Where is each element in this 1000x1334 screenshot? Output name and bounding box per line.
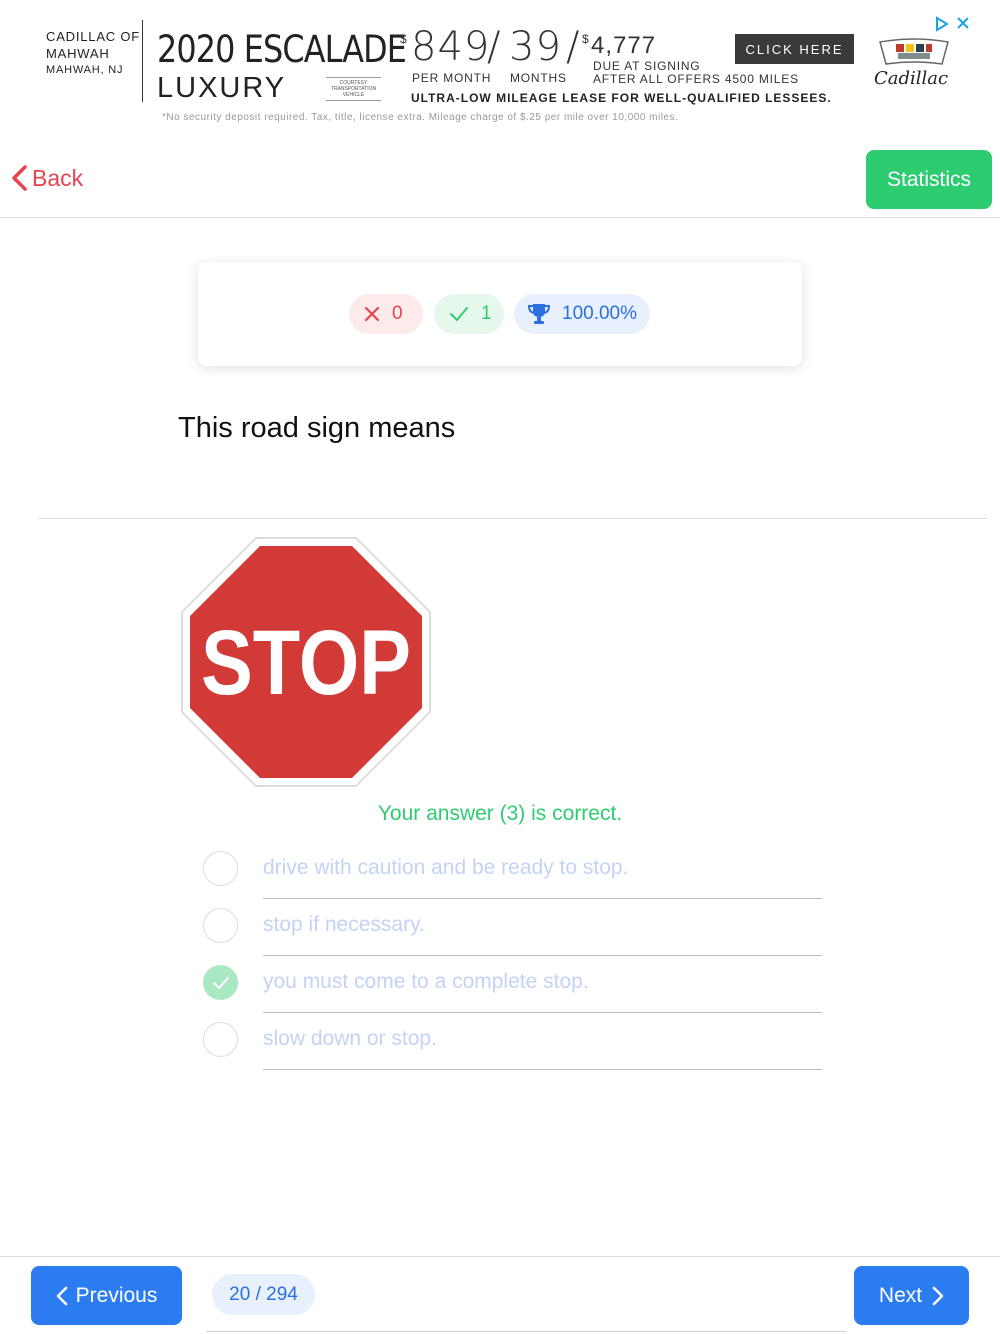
previous-button[interactable]: Previous: [31, 1266, 182, 1325]
chevron-left-icon: [56, 1286, 67, 1305]
score-percent-badge: 100.00%: [514, 294, 650, 334]
ad-currency-symbol: $: [582, 32, 589, 46]
wrong-count: 0: [392, 303, 403, 324]
answer-option-label: you must come to a complete stop.: [263, 970, 589, 993]
ad-due-amount: 4,777: [591, 32, 657, 59]
ad-dealer-line2: MAHWAH: [46, 46, 110, 61]
ad-fine-print: *No security deposit required. Tax, titl…: [162, 112, 679, 123]
ad-divider: [142, 20, 143, 102]
x-icon: [364, 306, 380, 322]
ad-months-label: MONTHS: [510, 71, 567, 85]
ad-choices-icon[interactable]: [934, 16, 950, 32]
check-icon: [449, 306, 469, 322]
ad-currency-symbol: $: [400, 32, 407, 46]
ad-separator: /: [487, 24, 502, 70]
ad-trim: LUXURY: [157, 72, 287, 104]
ad-due-label: DUE AT SIGNING: [593, 59, 701, 73]
answer-option-label: slow down or stop.: [263, 1027, 437, 1050]
stop-sign-text: STOP: [201, 612, 411, 714]
previous-label: Previous: [75, 1283, 158, 1307]
ad-dealer-city: MAHWAH, NJ: [46, 64, 124, 76]
ad-separator: /: [566, 24, 581, 70]
question-text: This road sign means: [178, 412, 456, 444]
chevron-left-icon: [12, 165, 27, 191]
ad-dealer-line1: CADILLAC OF: [46, 29, 141, 44]
question-counter: 20 / 294: [212, 1274, 315, 1315]
answer-option-label: drive with caution and be ready to stop.: [263, 856, 629, 879]
wrong-count-badge: 0: [349, 294, 423, 334]
chevron-right-icon: [932, 1286, 944, 1305]
radio-button[interactable]: [203, 908, 238, 943]
ad-close-icon[interactable]: [955, 15, 971, 31]
trophy-icon: [526, 302, 552, 326]
score-percent: 100.00%: [562, 303, 638, 324]
radio-button-checked[interactable]: [203, 965, 238, 1000]
answer-option-selected[interactable]: you must come to a complete stop.: [203, 956, 823, 1013]
statistics-button[interactable]: Statistics: [866, 150, 992, 209]
footer-bottom-line: [206, 1331, 846, 1332]
stop-sign-image: STOP: [181, 537, 431, 787]
back-label: Back: [32, 164, 84, 191]
check-icon: [212, 976, 229, 989]
answer-feedback: Your answer (3) is correct.: [377, 802, 623, 825]
ad-click-here-button[interactable]: CLICK HERE: [735, 34, 854, 64]
ad-dealer-name: CADILLAC OF MAHWAH MAHWAH, NJ: [46, 28, 140, 79]
ad-brand-logo: Cadillac: [874, 68, 949, 89]
ad-months: 39: [509, 24, 562, 70]
ad-headline: ULTRA-LOW MILEAGE LEASE FOR WELL-QUALIFI…: [411, 91, 832, 105]
correct-count: 1: [481, 303, 492, 324]
radio-button[interactable]: [203, 851, 238, 886]
score-card: 0 1 100.00%: [198, 262, 802, 366]
correct-count-badge: 1: [434, 294, 504, 334]
ad-price: 849: [411, 24, 491, 70]
answer-option[interactable]: slow down or stop.: [203, 1013, 823, 1070]
top-nav: Back Statistics: [0, 140, 1000, 218]
answer-option[interactable]: drive with caution and be ready to stop.: [203, 842, 823, 899]
ad-model: 2020 ESCALADE: [157, 28, 407, 71]
ad-courtesy-badge: COURTESY TRANSPORTATION VEHICLE: [326, 77, 381, 101]
next-button[interactable]: Next: [854, 1266, 969, 1325]
question-divider: [38, 518, 987, 519]
radio-button[interactable]: [203, 1022, 238, 1057]
footer-divider: [0, 1256, 1000, 1257]
ad-due-note: AFTER ALL OFFERS 4500 MILES: [593, 72, 799, 86]
ad-banner[interactable]: CADILLAC OF MAHWAH MAHWAH, NJ 2020 ESCAL…: [0, 0, 1000, 140]
answer-option[interactable]: stop if necessary.: [203, 899, 823, 956]
back-button[interactable]: Back: [10, 164, 83, 192]
next-label: Next: [878, 1283, 923, 1307]
ad-per-month-label: PER MONTH: [412, 71, 492, 85]
answer-option-label: stop if necessary.: [263, 913, 425, 936]
option-divider: [263, 1069, 822, 1070]
